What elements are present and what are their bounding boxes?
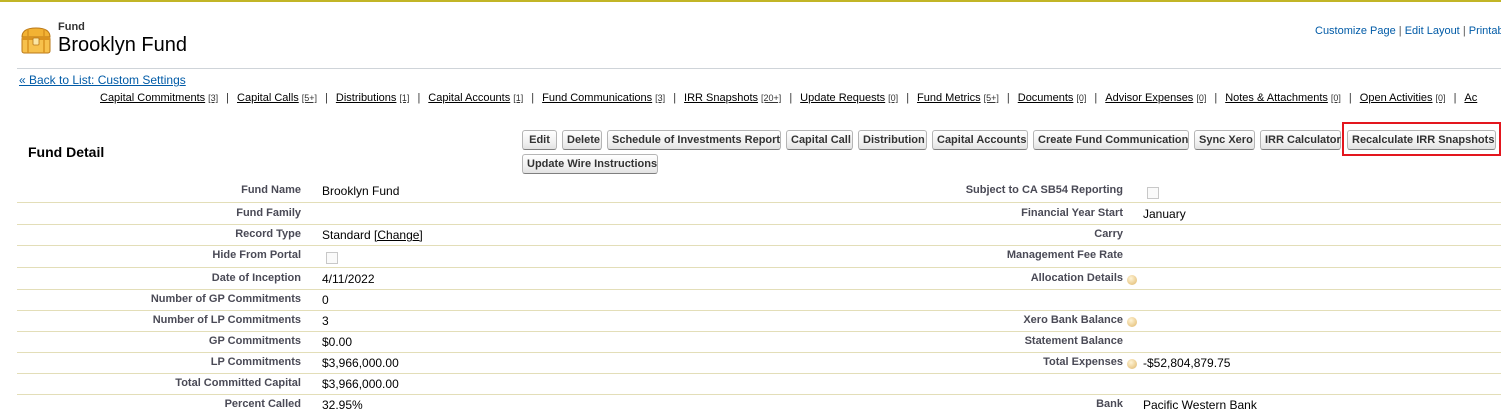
field-value-percent-called: 32.95% <box>322 398 363 412</box>
field-label-bank: Bank <box>1096 398 1123 410</box>
related-link-notes-attachments[interactable]: Notes & Attachments <box>1225 92 1328 104</box>
related-list-links: Capital Commitments [3] | Capital Calls [5+]… <box>100 92 1478 104</box>
highlight-box <box>1342 122 1501 156</box>
field-value-num-gp-commitments: 0 <box>322 293 329 307</box>
field-label-xero-bank-balance: Xero Bank Balance <box>1023 314 1123 326</box>
field-label-allocation-details: Allocation Details <box>1030 272 1123 284</box>
field-value-lp-commitments: $3,966,000.00 <box>322 356 399 370</box>
sb54-checkbox <box>1147 187 1159 199</box>
object-type-label: Fund <box>58 21 85 33</box>
update-wire-instructions-button[interactable]: Update Wire Instructions <box>522 154 658 174</box>
field-label-carry: Carry <box>1094 228 1123 240</box>
record-title: Brooklyn Fund <box>58 34 187 56</box>
row-divider <box>17 352 1501 353</box>
field-value-financial-year-start: January <box>1143 207 1186 221</box>
edit-button[interactable]: Edit <box>522 130 557 150</box>
field-value-date-of-inception: 4/11/2022 <box>322 272 375 286</box>
record-type-text: Standard <box>322 228 371 242</box>
related-count: [0] <box>888 93 899 103</box>
field-label-gp-commitments: GP Commitments <box>208 335 301 347</box>
field-value-num-lp-commitments: 3 <box>322 314 329 328</box>
hide-from-portal-checkbox <box>326 252 338 264</box>
related-count: [1] <box>399 93 410 103</box>
schedule-of-investments-button[interactable]: Schedule of Investments Report <box>607 130 781 150</box>
related-link-capital-commitments[interactable]: Capital Commitments <box>100 92 205 104</box>
sync-xero-button[interactable]: Sync Xero <box>1194 130 1255 150</box>
field-label-subject-to-sb54: Subject to CA SB54 Reporting <box>965 184 1123 196</box>
related-count: [3] <box>208 93 219 103</box>
related-link-documents[interactable]: Documents <box>1018 92 1074 104</box>
related-count: [3] <box>655 93 666 103</box>
field-label-fund-name: Fund Name <box>241 184 301 196</box>
row-divider <box>17 373 1501 374</box>
help-icon[interactable] <box>1127 275 1137 285</box>
field-label-date-of-inception: Date of Inception <box>211 272 301 284</box>
field-value-fund-name: Brooklyn Fund <box>322 184 400 198</box>
header-divider <box>17 68 1501 69</box>
related-link-advisor-expenses[interactable]: Advisor Expenses <box>1105 92 1193 104</box>
related-count: [1] <box>513 93 524 103</box>
help-icon[interactable] <box>1127 317 1137 327</box>
field-label-percent-called: Percent Called <box>224 398 301 410</box>
field-label-lp-commitments: LP Commitments <box>210 356 301 368</box>
related-count: [0] <box>1076 93 1087 103</box>
field-value-total-committed-capital: $3,966,000.00 <box>322 377 399 391</box>
edit-layout-link[interactable]: Edit Layout <box>1405 25 1460 37</box>
field-value-gp-commitments: $0.00 <box>322 335 353 349</box>
related-link-capital-accounts[interactable]: Capital Accounts <box>428 92 510 104</box>
related-count: [5+] <box>301 93 318 103</box>
row-divider <box>17 331 1501 332</box>
row-divider <box>17 289 1501 290</box>
back-to-list-link[interactable]: « Back to List: Custom Settings <box>19 73 186 87</box>
distribution-button[interactable]: Distribution <box>858 130 927 150</box>
section-title: Fund Detail <box>28 144 105 160</box>
field-label-total-committed-capital: Total Committed Capital <box>175 377 301 389</box>
related-link-fund-metrics[interactable]: Fund Metrics <box>917 92 981 104</box>
field-label-record-type: Record Type <box>235 228 301 240</box>
printable-view-link[interactable]: Printab <box>1469 25 1501 37</box>
irr-calculator-button[interactable]: IRR Calculator <box>1260 130 1341 150</box>
related-link-open-activities[interactable]: Open Activities <box>1360 92 1433 104</box>
related-count: [5+] <box>983 93 999 103</box>
field-label-fund-family: Fund Family <box>236 207 301 219</box>
related-link-distributions[interactable]: Distributions <box>336 92 397 104</box>
related-link-capital-calls[interactable]: Capital Calls <box>237 92 299 104</box>
related-count: [0] <box>1435 93 1446 103</box>
field-label-num-gp-commitments: Number of GP Commitments <box>150 293 301 305</box>
field-label-hide-from-portal: Hide From Portal <box>212 249 301 261</box>
row-divider <box>17 267 1501 268</box>
delete-button[interactable]: Delete <box>562 130 602 150</box>
related-link-activity-history[interactable]: Ac <box>1464 92 1477 104</box>
related-count: [20+] <box>761 93 782 103</box>
customize-page-link[interactable]: Customize Page <box>1315 25 1396 37</box>
header-links: Customize Page | Edit Layout | Printab <box>1315 25 1501 37</box>
capital-call-button[interactable]: Capital Call <box>786 130 853 150</box>
field-label-num-lp-commitments: Number of LP Commitments <box>152 314 301 326</box>
field-label-statement-balance: Statement Balance <box>1024 335 1123 347</box>
field-value-record-type: Standard [Change] <box>322 228 423 242</box>
change-record-type-link[interactable]: [Change] <box>374 228 423 242</box>
help-icon[interactable] <box>1127 359 1137 369</box>
related-link-update-requests[interactable]: Update Requests <box>800 92 885 104</box>
row-divider <box>17 245 1501 246</box>
create-fund-communication-button[interactable]: Create Fund Communication <box>1033 130 1189 150</box>
row-divider <box>17 394 1501 395</box>
related-link-irr-snapshots[interactable]: IRR Snapshots <box>684 92 758 104</box>
field-value-total-expenses: -$52,804,879.75 <box>1143 356 1231 370</box>
field-label-financial-year-start: Financial Year Start <box>1021 207 1123 219</box>
related-link-fund-communications[interactable]: Fund Communications <box>542 92 652 104</box>
field-label-total-expenses: Total Expenses <box>1043 356 1123 368</box>
row-divider <box>17 202 1501 203</box>
related-count: [0] <box>1330 93 1341 103</box>
related-count: [0] <box>1196 93 1207 103</box>
capital-accounts-button[interactable]: Capital Accounts <box>932 130 1028 150</box>
top-accent-line <box>0 0 1501 2</box>
row-divider <box>17 310 1501 311</box>
field-label-management-fee-rate: Management Fee Rate <box>1006 249 1123 261</box>
treasure-chest-icon <box>21 27 51 54</box>
field-value-bank: Pacific Western Bank <box>1143 398 1257 412</box>
row-divider <box>17 224 1501 225</box>
